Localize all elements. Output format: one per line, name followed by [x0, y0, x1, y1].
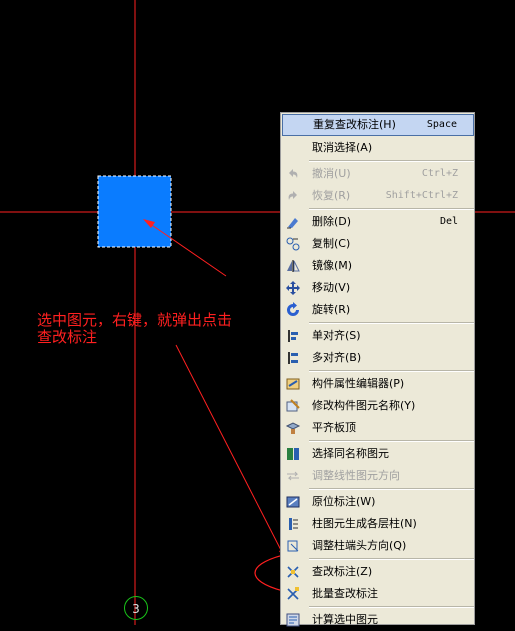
menu-item-6[interactable]: 镜像(M): [281, 255, 474, 277]
eraser-icon: [287, 218, 298, 229]
axis-label-circle: 3: [124, 596, 148, 620]
blank-icon: [285, 140, 301, 156]
selected-column-element[interactable]: [97, 175, 172, 248]
menu-item-label: 柱图元生成各层柱(N): [312, 517, 417, 530]
menu-item-label: 平齐板顶: [312, 421, 356, 434]
menu-item-0[interactable]: 重复查改标注(H) Space: [282, 114, 474, 136]
menu-item-label: 镜像(M): [312, 259, 353, 272]
menu-separator: [309, 370, 474, 372]
calculate-icon: [286, 613, 300, 627]
menu-item-16[interactable]: 原位标注(W): [281, 491, 474, 513]
menu-item-label: 调整柱端头方向(Q): [312, 539, 407, 552]
menu-item-1[interactable]: 取消选择(A): [281, 137, 474, 159]
menu-item-label: 选择同名称图元: [312, 447, 389, 460]
column-layers-icon: [289, 518, 298, 530]
menu-item-label: 撤消(U): [312, 167, 351, 180]
menu-item-20[interactable]: 批量查改标注: [281, 583, 474, 605]
menu-item-shortcut: Shift+Ctrl+Z: [385, 190, 458, 201]
column-end-icon: [287, 540, 299, 552]
menu-item-5[interactable]: 复制(C): [281, 233, 474, 255]
mirror-icon: [287, 260, 300, 272]
menu-item-shortcut: Space: [426, 119, 457, 130]
menu-item-13[interactable]: 平齐板顶: [281, 417, 474, 439]
menu-item-label: 移动(V): [312, 281, 351, 294]
menu-separator: [309, 160, 474, 162]
menu-item-label: 单对齐(S): [312, 329, 361, 342]
menu-item-8[interactable]: 旋转(R): [281, 299, 474, 321]
annotation-line-2: 查改标注: [37, 328, 98, 346]
pointer-arrow-2: [175, 344, 286, 559]
context-menu: 重复查改标注(H) Space 取消选择(A) 撤消(U) Ctrl+Z 恢复(R) Shi…: [280, 112, 475, 627]
direction-icon: [287, 471, 299, 481]
menu-item-label: 旋转(R): [312, 303, 351, 316]
menu-item-label: 构件属性编辑器(P): [312, 377, 405, 390]
menu-item-12[interactable]: 修改构件图元名称(Y): [281, 395, 474, 417]
menu-separator: [309, 558, 474, 560]
menu-item-19[interactable]: 查改标注(Z): [281, 561, 474, 583]
menu-item-label: 删除(D): [312, 215, 352, 228]
menu-item-label: 多对齐(B): [312, 351, 362, 364]
undo-icon: [289, 169, 298, 178]
menu-item-15: 调整线性图元方向: [281, 465, 474, 487]
menu-item-label: 复制(C): [312, 237, 351, 250]
rotate-icon: [287, 302, 299, 316]
menu-item-label: 批量查改标注: [312, 587, 378, 600]
annotation-text: 选中图元，右键，就弹出点击 查改标注: [37, 312, 232, 346]
menu-item-label: 计算选中图元: [312, 613, 378, 626]
menu-item-10[interactable]: 多对齐(B): [281, 347, 474, 369]
menu-item-label: 查改标注(Z): [312, 565, 373, 578]
menu-item-label: 修改构件图元名称(Y): [312, 399, 416, 412]
menu-item-3: 恢复(R) Shift+Ctrl+Z: [281, 185, 474, 207]
menu-item-17[interactable]: 柱图元生成各层柱(N): [281, 513, 474, 535]
blank-icon: [287, 118, 303, 134]
menu-separator: [309, 322, 474, 324]
menu-item-7[interactable]: 移动(V): [281, 277, 474, 299]
align-multi-icon: [288, 352, 298, 364]
menu-item-label: 恢复(R): [312, 189, 351, 202]
menu-separator: [309, 488, 474, 490]
menu-item-label: 调整线性图元方向: [312, 469, 400, 482]
align-single-icon: [288, 330, 298, 342]
menu-item-4[interactable]: 删除(D) Del: [281, 211, 474, 233]
menu-item-shortcut: Ctrl+Z: [421, 168, 458, 179]
batch-annotation-icon: [287, 587, 299, 600]
menu-item-18[interactable]: 调整柱端头方向(Q): [281, 535, 474, 557]
menu-separator: [309, 606, 474, 608]
menu-item-11[interactable]: 构件属性编辑器(P): [281, 373, 474, 395]
menu-separator: [309, 440, 474, 442]
menu-item-14[interactable]: 选择同名称图元: [281, 443, 474, 465]
pointer-arrow-1: [145, 220, 227, 277]
menu-item-label: 原位标注(W): [312, 495, 376, 508]
redo-icon: [288, 191, 297, 200]
rename-icon: [286, 399, 300, 412]
check-annotation-icon: [287, 566, 299, 578]
menu-item-label: 重复查改标注(H): [313, 118, 396, 131]
menu-item-label: 取消选择(A): [312, 141, 373, 154]
menu-item-2: 撤消(U) Ctrl+Z: [281, 163, 474, 185]
menu-item-9[interactable]: 单对齐(S): [281, 325, 474, 347]
in-place-annotation-icon: [286, 496, 300, 508]
slab-top-icon: [285, 422, 301, 434]
copy-icon: [286, 237, 300, 251]
property-editor-icon: [286, 378, 300, 390]
menu-item-21[interactable]: 计算选中图元: [281, 609, 474, 631]
menu-separator: [309, 208, 474, 210]
move-icon: [286, 281, 300, 295]
annotation-line-1: 选中图元，右键，就弹出点击: [37, 311, 233, 329]
select-same-icon: [287, 448, 299, 460]
menu-item-shortcut: Del: [439, 216, 458, 227]
